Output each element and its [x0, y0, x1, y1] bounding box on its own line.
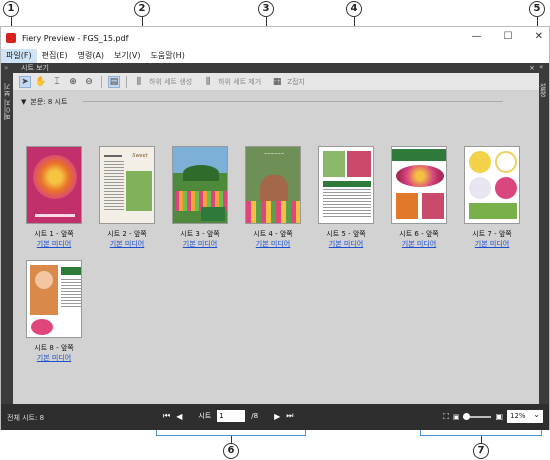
- fiery-app-icon: [6, 33, 16, 43]
- remove-subset-button[interactable]: 하위 세트 제거: [218, 77, 261, 87]
- toolbar-divider: [126, 75, 127, 88]
- hand-icon[interactable]: ✋: [35, 76, 47, 88]
- sheet-thumbnail[interactable]: [26, 260, 82, 338]
- title-bar: Fiery Preview - FGS_15.pdf — ☐ ✕: [1, 27, 549, 49]
- remove-subset-icon: ⫼: [206, 76, 211, 87]
- next-page-icon[interactable]: ▶: [274, 412, 280, 421]
- chevron-down-icon[interactable]: ▼: [21, 98, 26, 106]
- last-page-icon[interactable]: ⏭: [286, 411, 293, 421]
- sheet-media-link[interactable]: 기본 미디어: [25, 353, 83, 363]
- collapse-right-panel-button[interactable]: «: [539, 63, 543, 71]
- sheet-media-link[interactable]: 기본 미디어: [98, 239, 156, 249]
- sheet-view-header: » 시트 보기 ×: [1, 63, 549, 73]
- app-window: Fiery Preview - FGS_15.pdf — ☐ ✕ 파일(F) 편…: [0, 26, 550, 430]
- maximize-button[interactable]: ☐: [504, 31, 513, 42]
- sheet-icon[interactable]: ▤: [108, 75, 120, 88]
- section-label: 본문: 8 시트: [30, 98, 68, 106]
- sheet-view-close-button[interactable]: ×: [529, 63, 535, 73]
- create-subset-icon: ⫼: [136, 76, 142, 87]
- sheet-media-link[interactable]: 기본 미디어: [317, 239, 375, 249]
- section-divider: [83, 101, 503, 102]
- zoom-controls: ⛶ ▣ ▣ 12%: [443, 408, 543, 423]
- window-title: Fiery Preview - FGS_15.pdf: [22, 33, 129, 43]
- text-select-icon[interactable]: ⌶: [51, 76, 63, 88]
- z-fold-icon: ▦: [272, 76, 282, 87]
- sheet-item-5[interactable]: 시트 5 - 앞쪽 기본 미디어: [317, 146, 375, 249]
- sheet-label: 시트 4 - 앞쪽: [253, 230, 293, 238]
- callout-7: 7: [473, 443, 489, 459]
- menu-file[interactable]: 파일(F): [1, 49, 37, 63]
- close-button[interactable]: ✕: [535, 31, 543, 42]
- sheet-item-8[interactable]: 시트 8 - 앞쪽 기본 미디어: [25, 260, 83, 363]
- sheet-label: 시트 5 - 앞쪽: [326, 230, 366, 238]
- menu-edit[interactable]: 편집(E): [37, 49, 73, 63]
- fit-page-icon[interactable]: ⛶: [443, 412, 449, 422]
- previous-page-icon[interactable]: ◀: [176, 412, 182, 421]
- callout-5: 5: [529, 1, 545, 17]
- first-page-icon[interactable]: ⏮: [163, 411, 170, 421]
- sheet-thumbnail[interactable]: [464, 146, 520, 224]
- sheet-thumbnail[interactable]: [391, 146, 447, 224]
- sheet-label: 시트 1 - 앞쪽: [34, 230, 74, 238]
- sheet-item-7[interactable]: 시트 7 - 앞쪽 기본 미디어: [463, 146, 521, 249]
- menu-help[interactable]: 도움말(H): [145, 49, 189, 63]
- sheet-label: 시트 8 - 앞쪽: [34, 344, 74, 352]
- sheet-toolbar: ➤ ✋ ⌶ ⊕ ⊖ ▤ ⫼ 하위 세트 생성 ⫼ 하위 세트 제거 ▦ Z접지: [13, 73, 539, 91]
- menu-actions[interactable]: 명령(A): [73, 49, 109, 63]
- sheet-media-link[interactable]: 기본 미디어: [25, 239, 83, 249]
- callout-3: 3: [258, 1, 274, 17]
- create-subset-button[interactable]: 하위 세트 생성: [149, 77, 192, 87]
- sheet-label: 시트 7 - 앞쪽: [472, 230, 512, 238]
- z-fold-button[interactable]: Z접지: [287, 77, 305, 87]
- zoom-out-image-icon[interactable]: ▣: [453, 413, 460, 421]
- zoom-slider-knob[interactable]: [463, 412, 471, 420]
- page-view-rail[interactable]: 페이지 보기: [1, 73, 13, 404]
- page-total-label: /8: [251, 412, 259, 420]
- sheet-label: 시트 6 - 앞쪽: [399, 230, 439, 238]
- sheet-thumbnail[interactable]: [318, 146, 374, 224]
- zoom-in-icon[interactable]: ⊕: [67, 76, 79, 88]
- select-arrow-icon[interactable]: ➤: [19, 75, 31, 88]
- sheet-thumbnail[interactable]: ~~~~~~: [245, 146, 301, 224]
- window-controls: — ☐ ✕: [472, 31, 543, 42]
- callout-4: 4: [346, 1, 362, 17]
- status-bar: 전체 시트: 8 ⏮ ◀ 시트 /8 ▶ ⏭ ⛶ ▣ ▣ 12%: [1, 404, 549, 430]
- sheet-thumbnail[interactable]: Sweet: [99, 146, 155, 224]
- sheet-label: 시트 3 - 앞쪽: [180, 230, 220, 238]
- total-sheets-label: 전체 시트: 8: [7, 414, 45, 422]
- sheet-item-4[interactable]: ~~~~~~ 시트 4 - 앞쪽 기본 미디어: [244, 146, 302, 249]
- sheet-view-title: 시트 보기: [21, 64, 49, 72]
- sheet-media-link[interactable]: 기본 미디어: [463, 239, 521, 249]
- sheet-media-link[interactable]: 기본 미디어: [390, 239, 448, 249]
- sheet-item-2[interactable]: Sweet 시트 2 - 앞쪽 기본 미디어: [98, 146, 156, 249]
- sheet-label: 시트 2 - 앞쪽: [107, 230, 147, 238]
- page-view-rail-label: 페이지 보기: [3, 83, 11, 121]
- page-navigation: ⏮ ◀ 시트 /8 ▶ ⏭: [163, 410, 293, 422]
- settings-rail-label: 설정: [539, 83, 547, 97]
- callout-6: 6: [223, 443, 239, 459]
- minimize-button[interactable]: —: [472, 31, 482, 42]
- sheet-item-3[interactable]: 시트 3 - 앞쪽 기본 미디어: [171, 146, 229, 249]
- zoom-level-select[interactable]: 12%: [507, 408, 543, 423]
- sheet-media-link[interactable]: 기본 미디어: [244, 239, 302, 249]
- expand-left-panel-button[interactable]: »: [4, 63, 8, 73]
- section-header[interactable]: ▼ 본문: 8 시트: [21, 97, 67, 107]
- sheet-media-link[interactable]: 기본 미디어: [171, 239, 229, 249]
- zoom-out-icon[interactable]: ⊖: [83, 76, 95, 88]
- sheet-thumbnail[interactable]: [26, 146, 82, 224]
- menu-view[interactable]: 보기(V): [109, 49, 145, 63]
- page-number-input[interactable]: [217, 410, 246, 422]
- callout-2: 2: [134, 1, 150, 17]
- sheet-content-area: ▼ 본문: 8 시트 시트 1 - 앞쪽 기본 미디어 Sweet 시트 2 -…: [13, 91, 539, 404]
- callout-1: 1: [3, 1, 19, 17]
- menu-bar: 파일(F) 편집(E) 명령(A) 보기(V) 도움말(H): [1, 49, 190, 63]
- zoom-in-image-icon[interactable]: ▣: [495, 412, 503, 421]
- zoom-slider[interactable]: [463, 412, 492, 420]
- sheet-thumbnail[interactable]: [172, 146, 228, 224]
- toolbar-divider: [101, 75, 102, 88]
- sheet-item-6[interactable]: 시트 6 - 앞쪽 기본 미디어: [390, 146, 448, 249]
- sheet-item-1[interactable]: 시트 1 - 앞쪽 기본 미디어: [25, 146, 83, 249]
- sheet-label: 시트: [198, 412, 212, 420]
